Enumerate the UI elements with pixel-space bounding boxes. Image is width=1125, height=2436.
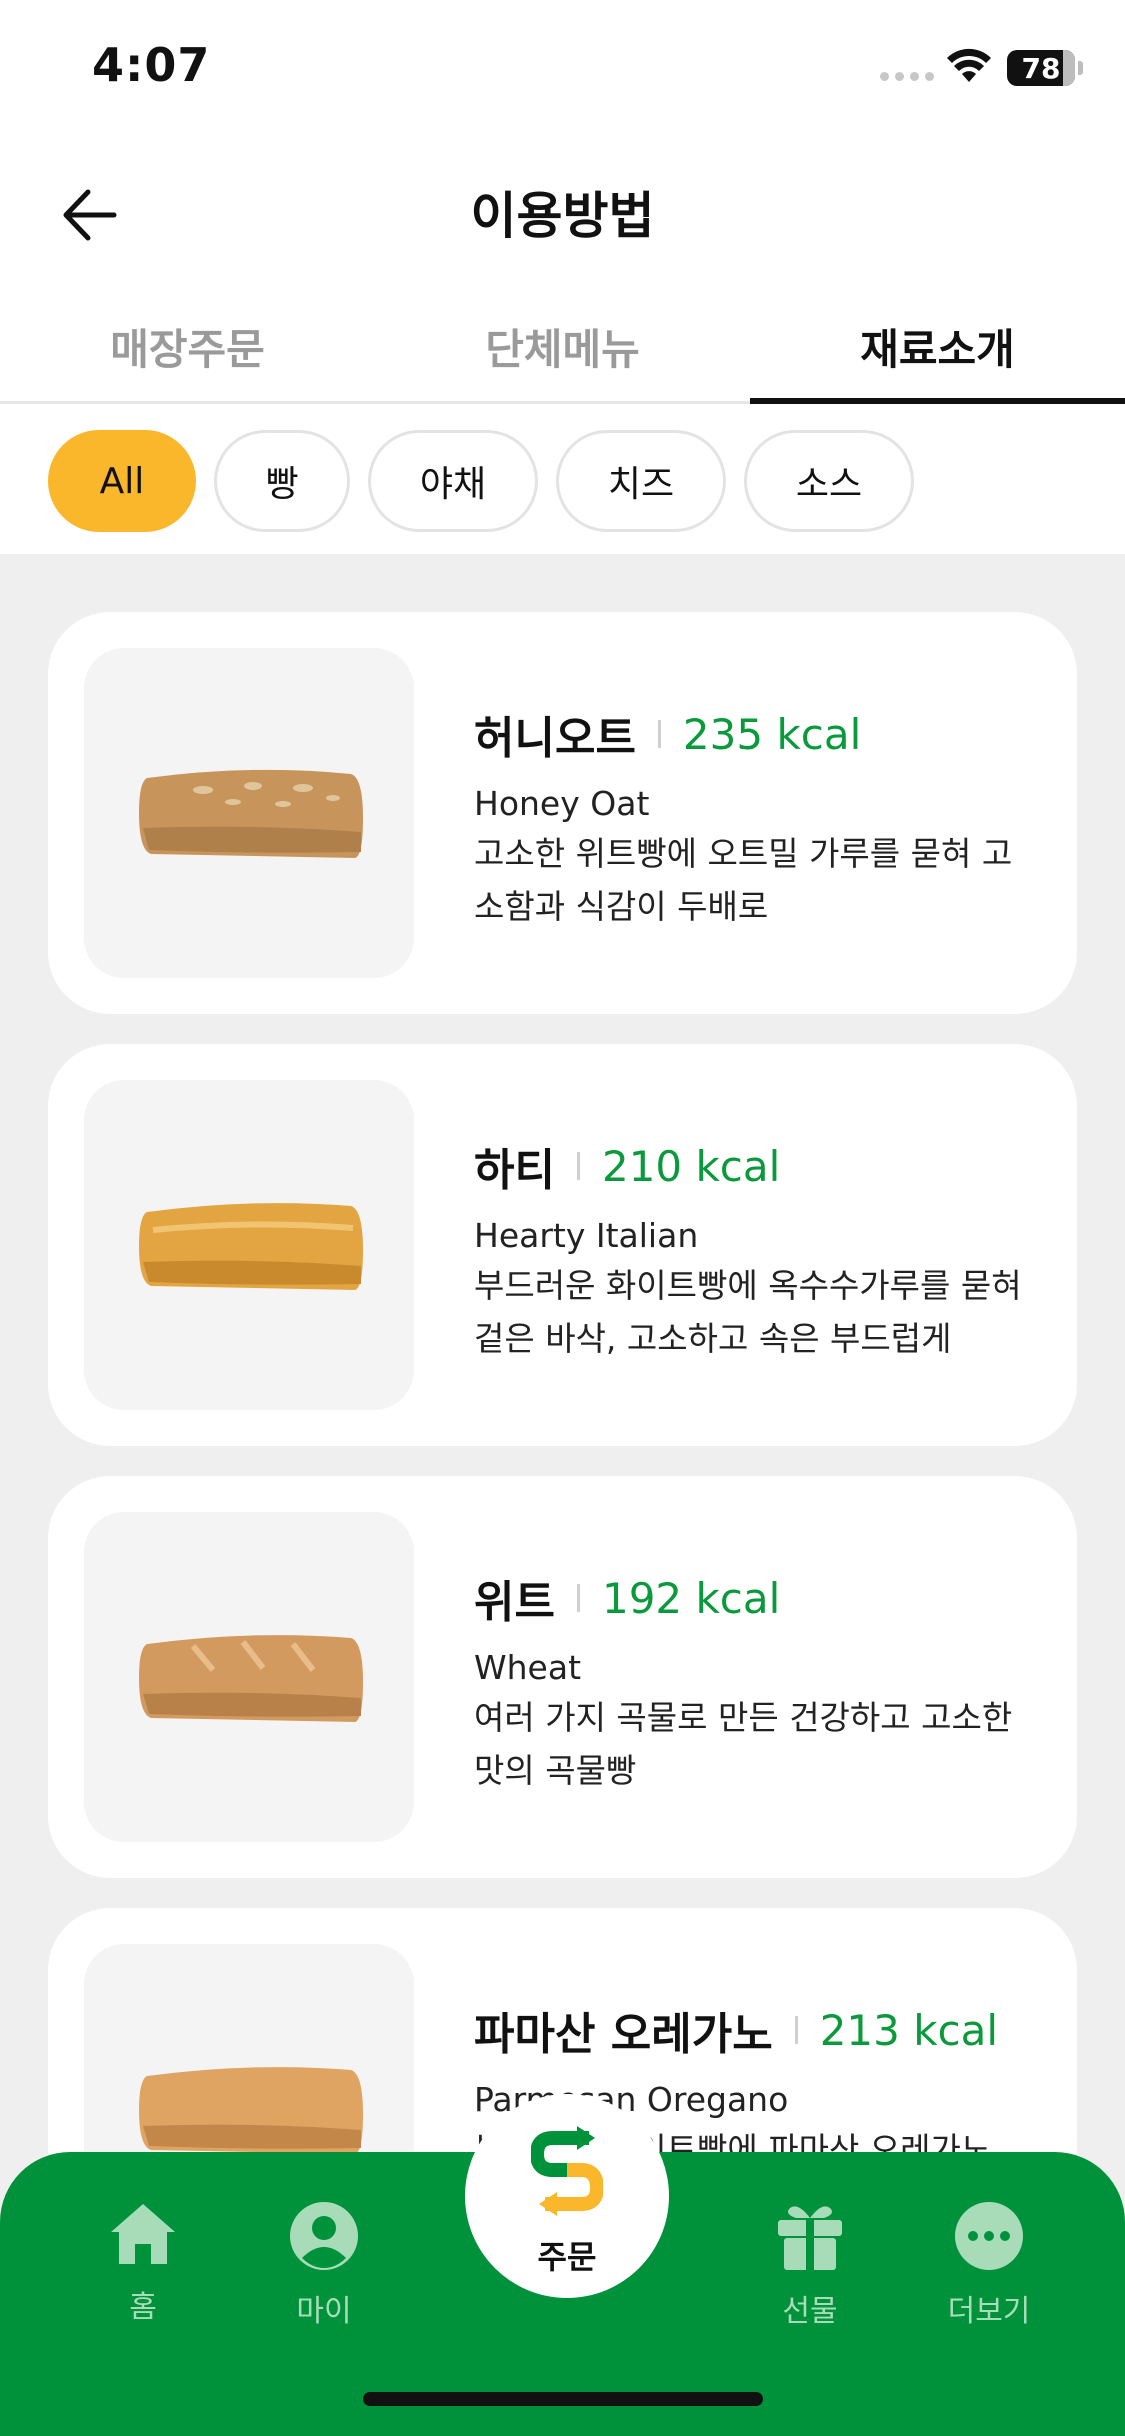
ingredient-card[interactable]: 위트 192 kcal Wheat 여러 가지 곡물로 만든 건강하고 고소한 맛… [48,1476,1077,1878]
ingredient-name: 파마산 오레가노 [474,2009,773,2060]
subway-logo-icon [531,2126,603,2216]
ingredient-english-name: Hearty Italian [474,1216,699,1255]
ingredient-name: 위트 [474,1577,555,1628]
bread-image [84,1944,414,2154]
battery-icon: 78 [1007,50,1075,86]
tab-bar: 매장주문 단체메뉴 재료소개 [0,280,1125,404]
home-indicator [363,2392,763,2406]
ingredient-name: 하티 [474,1145,555,1196]
ingredient-card[interactable]: 허니오트 235 kcal Honey Oat 고소한 위트빵에 오트밀 가루를… [48,612,1077,1014]
battery-level: 78 [1021,51,1061,85]
filter-chips: All 빵 야채 치즈 소스 [0,404,1125,554]
wifi-icon [947,48,991,82]
gift-icon [778,2206,842,2270]
nav-gift[interactable]: 선물 [735,2200,885,2330]
filter-cheese-chip[interactable]: 치즈 [556,430,726,532]
profile-icon [290,2202,358,2270]
app-header: 이용방법 [0,140,1125,280]
ingredient-name: 허니오트 [474,713,636,764]
more-icon [955,2202,1023,2270]
filter-bread-chip[interactable]: 빵 [214,430,350,532]
ingredient-kcal: 235 kcal [682,709,862,759]
page-title: 이용방법 [470,187,655,245]
ingredient-description: 고소한 위트빵에 오트밀 가루를 묻혀 고 소함과 식감이 두배로 [474,834,1013,926]
ingredient-description: 여러 가지 곡물로 만든 건강하고 고소한 맛의 곡물빵 [474,1698,1013,1790]
ingredient-kcal: 213 kcal [819,2005,999,2055]
signal-icon [880,72,934,81]
filter-all-chip[interactable]: All [48,430,196,532]
status-time: 4:07 [92,38,211,92]
home-icon [111,2204,175,2264]
bread-image [84,648,414,978]
status-bar: 4:07 78 [0,0,1125,140]
tab-group-menu[interactable]: 단체메뉴 [375,280,750,401]
ingredient-english-name: Wheat [474,1648,582,1687]
bread-image [84,1080,414,1410]
tab-store-order[interactable]: 매장주문 [0,280,375,401]
nav-more[interactable]: 더보기 [914,2200,1064,2330]
ingredient-description: 부드러운 화이트빵에 옥수수가루를 묻혀 겉은 바삭, 고소하고 속은 부드럽게 [474,1266,1022,1358]
ingredient-card[interactable]: 하티 210 kcal Hearty Italian 부드러운 화이트빵에 옥수… [48,1044,1077,1446]
filter-vegetable-chip[interactable]: 야채 [368,430,538,532]
ingredient-list: 허니오트 235 kcal Honey Oat 고소한 위트빵에 오트밀 가루를… [0,554,1125,2154]
nav-order-button[interactable]: 주문 [465,2094,669,2298]
filter-sauce-chip[interactable]: 소스 [744,430,914,532]
ingredient-kcal: 192 kcal [601,1573,781,1623]
nav-my[interactable]: 마이 [249,2200,399,2330]
ingredient-english-name: Honey Oat [474,784,650,823]
nav-home[interactable]: 홈 [68,2200,218,2326]
ingredient-kcal: 210 kcal [601,1141,781,1191]
tab-ingredients[interactable]: 재료소개 [750,280,1125,404]
bread-image [84,1512,414,1842]
